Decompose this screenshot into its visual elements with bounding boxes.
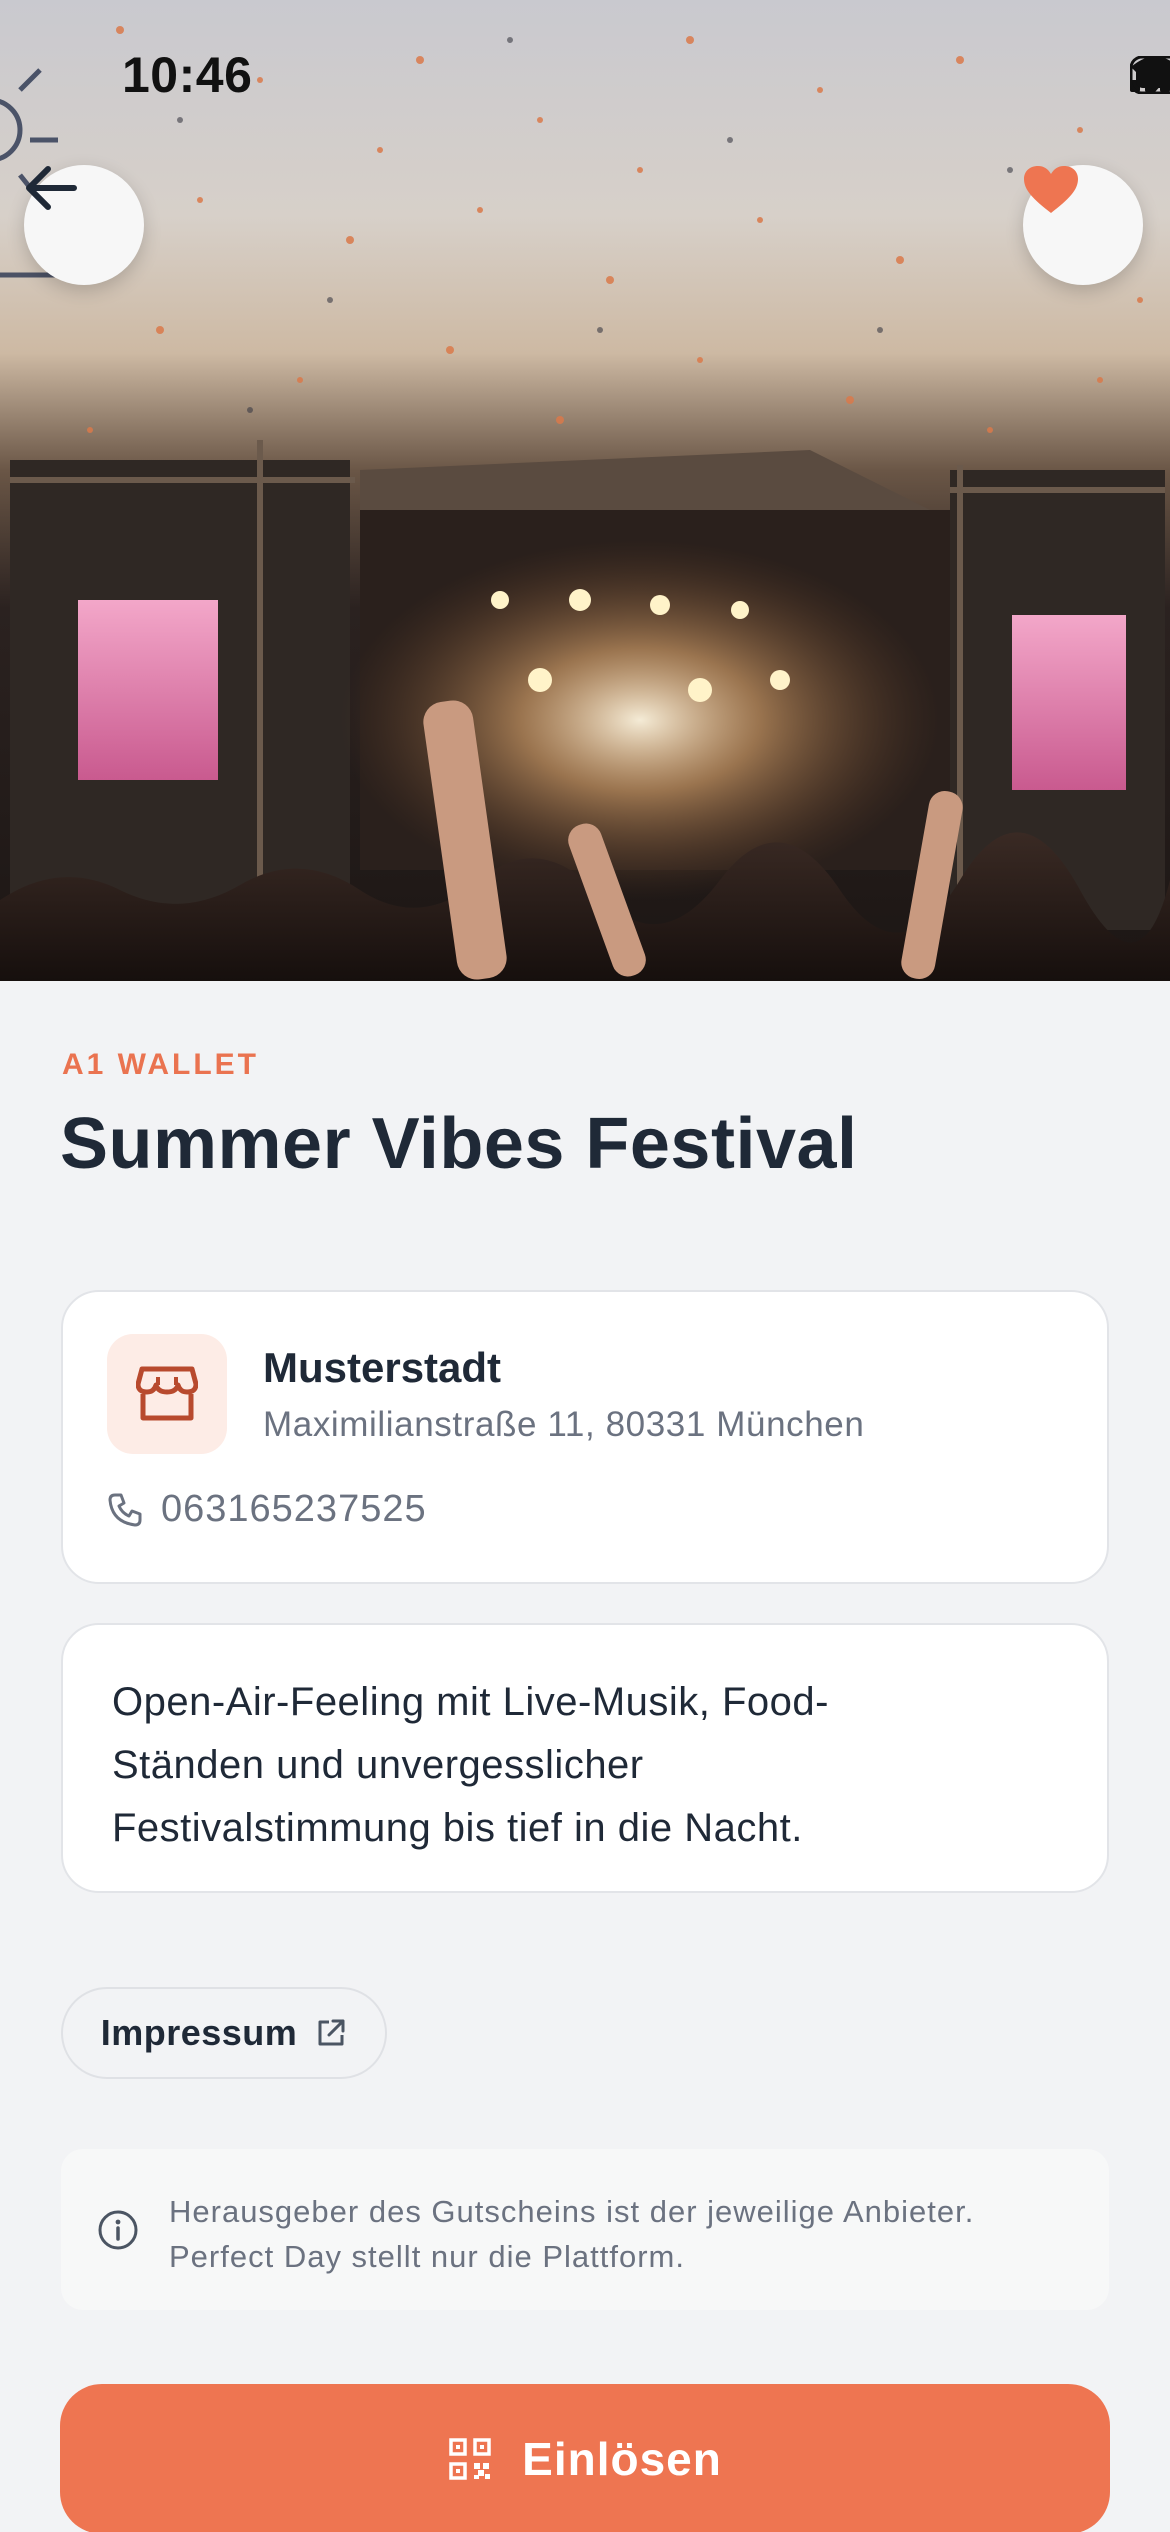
- publisher-notice: Herausgeber des Gutscheins ist der jewei…: [61, 2149, 1109, 2310]
- back-button[interactable]: [24, 165, 144, 285]
- hero-image: 10:46: [0, 0, 1170, 981]
- arrow-left-icon: [26, 166, 77, 210]
- description-line: Ständen und unvergesslicher: [112, 1743, 644, 1787]
- description-line: Festivalstimmung bis tief in die Nacht.: [112, 1806, 803, 1850]
- store-icon-tile: [107, 1334, 227, 1454]
- battery-icon: [1130, 56, 1170, 94]
- store-icon: [136, 1366, 198, 1421]
- external-link-icon: [318, 2019, 345, 2046]
- impressum-label: Impressum: [100, 2012, 298, 2053]
- location-address: Maximilianstraße 11, 80331 München: [263, 1405, 865, 1444]
- qr-code-icon: [449, 2438, 491, 2480]
- redeem-button[interactable]: Einlösen: [60, 2384, 1110, 2532]
- phone-row[interactable]: 063165237525: [107, 1488, 427, 1531]
- status-time: 10:46: [122, 47, 253, 103]
- location-card: Musterstadt Maximilianstraße 11, 80331 M…: [61, 1290, 1109, 1584]
- description-text: Open-Air-Feeling mit Live-Musik, Food- S…: [112, 1671, 1012, 1860]
- info-icon: [98, 2210, 138, 2250]
- notice-line: Herausgeber des Gutscheins ist der jewei…: [169, 2194, 975, 2229]
- phone-icon: [108, 1493, 142, 1526]
- brand-label: A1 WALLET: [62, 1048, 259, 1081]
- notice-line: Perfect Day stellt nur die Plattform.: [169, 2239, 685, 2274]
- description-line: Open-Air-Feeling mit Live-Musik, Food-: [112, 1680, 829, 1724]
- location-name: Musterstadt: [263, 1344, 502, 1391]
- heart-icon: [1024, 166, 1078, 213]
- favorite-button[interactable]: [1023, 165, 1143, 285]
- redeem-label: Einlösen: [522, 2433, 722, 2485]
- notice-text: Herausgeber des Gutscheins ist der jewei…: [169, 2189, 1089, 2279]
- impressum-button[interactable]: Impressum: [61, 1987, 387, 2079]
- phone-number[interactable]: 063165237525: [161, 1488, 427, 1531]
- festival-illustration: [0, 26, 1170, 981]
- page-title: Summer Vibes Festival: [60, 1104, 858, 1184]
- description-card: Open-Air-Feeling mit Live-Musik, Food- S…: [61, 1623, 1109, 1893]
